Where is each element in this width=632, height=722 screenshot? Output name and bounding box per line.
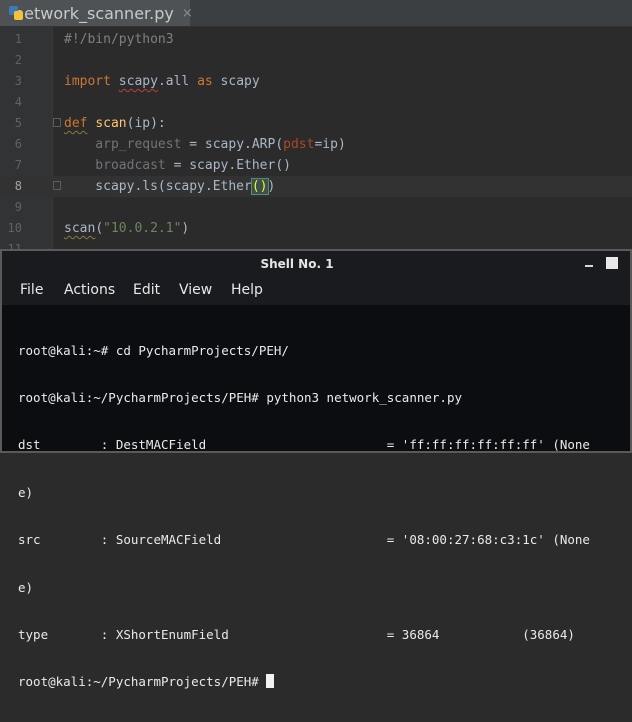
- terminal-titlebar[interactable]: Shell No. 1: [2, 251, 630, 277]
- terminal-line: src : SourceMACField = '08:00:27:68:c3:1…: [18, 532, 590, 548]
- fold-marker-icon[interactable]: [53, 118, 61, 127]
- code-token: scapy: [212, 74, 260, 89]
- tab-title: network_scanner.py: [14, 3, 174, 23]
- menu-file[interactable]: File: [20, 277, 43, 305]
- code-line[interactable]: 3 import scapy.all as scapy: [0, 71, 632, 92]
- code-line[interactable]: 1 #!/bin/python3: [0, 29, 632, 50]
- code-token: #!/bin/python3: [64, 32, 174, 47]
- code-editor[interactable]: network_scanner.py × 1 #!/bin/python3 2 3 im…: [0, 0, 632, 250]
- terminal-line: root@kali:~# cd PycharmProjects/PEH/: [18, 342, 289, 358]
- code-token: scan: [64, 221, 96, 236]
- line-number: 6: [14, 137, 22, 151]
- tab-close-icon[interactable]: ×: [182, 6, 193, 21]
- line-number: 9: [14, 200, 22, 214]
- code-token: ): [267, 179, 276, 194]
- menu-help[interactable]: Help: [231, 277, 263, 305]
- code-token: (ip):: [126, 116, 166, 131]
- code-token: import: [64, 74, 111, 89]
- terminal-line: type : XShortEnumField = 36864 (36864): [18, 626, 575, 642]
- terminal-prompt-line[interactable]: root@kali:~/PycharmProjects/PEH#: [18, 674, 618, 690]
- line-number: 10: [7, 221, 22, 235]
- terminal-line: root@kali:~/PycharmProjects/PEH# python3…: [18, 389, 463, 405]
- code-text: scan("10.0.2.1"): [64, 218, 189, 239]
- fold-marker-icon[interactable]: [53, 181, 61, 190]
- terminal-menubar: File Actions Edit View Help: [2, 277, 630, 305]
- terminal-output[interactable]: root@kali:~# cd PycharmProjects/PEH/ roo…: [18, 311, 618, 690]
- terminal-cursor: [266, 674, 275, 689]
- terminal-line: e): [18, 579, 34, 595]
- line-number: 7: [14, 158, 22, 172]
- line-number: 5: [14, 116, 22, 130]
- code-token: ): [181, 221, 190, 236]
- editor-tab-network-scanner[interactable]: network_scanner.py ×: [0, 0, 193, 26]
- code-token: =ip): [314, 137, 346, 152]
- line-number: 3: [14, 74, 22, 88]
- terminal-line: dst : DestMACField = 'ff:ff:ff:ff:ff:ff'…: [18, 437, 590, 453]
- code-token: arp_request: [64, 137, 182, 152]
- code-token: (): [250, 178, 269, 195]
- menu-edit[interactable]: Edit: [133, 277, 160, 305]
- code-token: pdst: [283, 137, 315, 152]
- line-number: 4: [14, 95, 22, 109]
- code-token: scapy: [118, 74, 158, 89]
- terminal-title: Shell No. 1: [260, 257, 334, 271]
- code-line[interactable]: 4: [0, 92, 632, 113]
- code-token: scapy.ls(scapy.Ether: [64, 179, 252, 194]
- code-token: as: [197, 74, 213, 89]
- menu-actions[interactable]: Actions: [64, 277, 115, 305]
- code-text: scapy.ls(scapy.Ether()): [64, 176, 275, 197]
- code-line[interactable]: 7 broadcast = scapy.Ether(): [0, 155, 632, 176]
- terminal-line: e): [18, 484, 34, 500]
- code-token: broadcast: [64, 158, 166, 173]
- editor-tab-bar: network_scanner.py ×: [0, 0, 632, 27]
- code-line[interactable]: 2: [0, 50, 632, 71]
- code-line[interactable]: 8 scapy.ls(scapy.Ether()): [0, 176, 632, 197]
- terminal-window[interactable]: Shell No. 1 File Actions Edit View Help …: [0, 249, 632, 690]
- line-number: 2: [14, 53, 22, 67]
- code-token: = scapy.Ether(): [165, 158, 291, 173]
- close-icon[interactable]: [606, 257, 618, 269]
- code-text: broadcast = scapy.Ether(): [64, 155, 291, 176]
- code-line[interactable]: 10 scan("10.0.2.1"): [0, 218, 632, 239]
- code-token: "10.0.2.1": [103, 221, 182, 236]
- code-line[interactable]: 9: [0, 197, 632, 218]
- code-text: def scan(ip):: [64, 113, 166, 134]
- line-number: 1: [14, 32, 22, 46]
- line-number: 8: [14, 179, 22, 193]
- code-token: = scapy.ARP(: [181, 137, 284, 152]
- code-text: import scapy.all as scapy: [64, 71, 260, 92]
- minimize-icon[interactable]: [582, 256, 596, 270]
- code-line[interactable]: 6 arp_request = scapy.ARP(pdst=ip): [0, 134, 632, 155]
- code-token: .all: [157, 74, 198, 89]
- code-text: #!/bin/python3: [64, 29, 174, 50]
- code-line[interactable]: 5 def scan(ip):: [0, 113, 632, 134]
- code-text: arp_request = scapy.ARP(pdst=ip): [64, 134, 346, 155]
- menu-view[interactable]: View: [179, 277, 212, 305]
- terminal-prompt: root@kali:~/PycharmProjects/PEH#: [18, 674, 267, 690]
- code-token: (: [95, 221, 104, 236]
- code-token: scan: [95, 116, 127, 131]
- code-token: def: [64, 116, 88, 131]
